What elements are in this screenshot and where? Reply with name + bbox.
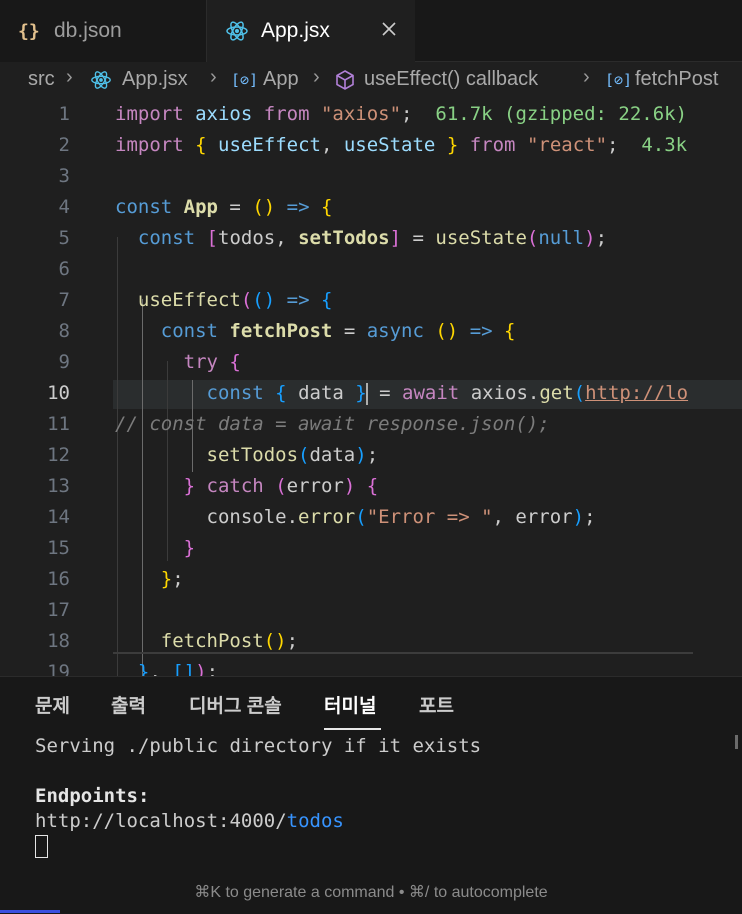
code-line: import { useEffect, useState } from "rea…	[115, 134, 688, 156]
code-line: const App = () => {	[115, 196, 333, 218]
endpoint-base-url: http://localhost:4000/	[35, 810, 287, 832]
tab-bar-empty-area	[415, 0, 742, 62]
breadcrumb-callback[interactable]: useEffect() callback	[334, 68, 538, 91]
react-icon	[225, 19, 249, 43]
horizontal-scrollbar[interactable]	[113, 652, 693, 654]
code-editor[interactable]: 1 2 3 4 5 6 7 8 9 10 11 12 13 14 15 16 1…	[0, 100, 742, 676]
breadcrumb-file[interactable]: App.jsx	[90, 68, 188, 91]
code-line: };	[160, 568, 184, 590]
terminal-output-line: Serving ./public directory if it exists	[35, 735, 482, 757]
code-line: try {	[183, 351, 241, 373]
terminal-scrollbar[interactable]	[735, 735, 738, 749]
editor-tab-bar: {} db.json App.jsx	[0, 0, 742, 62]
variable-symbol-icon: [⊘]	[605, 71, 631, 89]
breadcrumb-label: src	[28, 68, 55, 90]
tab-label: App.jsx	[261, 19, 330, 42]
code-line: }, []);	[137, 661, 219, 676]
code-line: } catch (error) {	[183, 475, 379, 497]
line-number: 13	[47, 475, 70, 497]
line-number: 4	[58, 196, 70, 218]
line-number: 18	[47, 630, 70, 652]
line-number: 15	[47, 537, 70, 559]
code-line: fetchPost();	[160, 630, 299, 652]
line-number: 14	[47, 506, 70, 528]
tab-terminal[interactable]: 터미널	[324, 691, 376, 718]
line-number-active: 10	[47, 382, 70, 404]
breadcrumb-src[interactable]: src	[28, 68, 55, 91]
line-number: 12	[47, 444, 70, 466]
bottom-panel: 문제 출력 디버그 콘솔 터미널 포트 Serving ./public dir…	[0, 676, 742, 914]
terminal-hint: ⌘K to generate a command • ⌘/ to autocom…	[194, 884, 548, 901]
code-line-active: const { data } = await axios.get(http://…	[206, 382, 689, 405]
line-number: 1	[58, 103, 70, 125]
line-number: 9	[58, 351, 70, 373]
svg-text:[⊘]: [⊘]	[231, 71, 257, 89]
endpoint-link[interactable]: todos	[287, 810, 344, 832]
tab-db-json[interactable]: {} db.json	[0, 0, 207, 62]
code-line: const [todos, setTodos] = useState(null)…	[137, 227, 608, 249]
active-tab-indicator	[324, 728, 381, 730]
line-number: 2	[58, 134, 70, 156]
code-line: const fetchPost = async () => {	[160, 320, 516, 342]
line-number: 7	[58, 289, 70, 311]
import-cost-hint: 4.3k	[641, 134, 688, 156]
json-braces-icon: {}	[18, 20, 42, 42]
close-icon[interactable]	[379, 19, 399, 45]
code-line: console.error("Error => ", error);	[115, 506, 596, 528]
tab-problems[interactable]: 문제	[35, 691, 70, 718]
breadcrumb: src › App.jsx › [⊘] App › useEffect() ca…	[0, 62, 742, 100]
line-number: 19	[47, 661, 70, 676]
tab-label: db.json	[54, 19, 122, 42]
tab-debug-console[interactable]: 디버그 콘솔	[189, 691, 282, 718]
comment-line: // const data = await response.json();	[115, 413, 550, 435]
url-string[interactable]: http://lo	[585, 382, 688, 404]
chevron-right-icon: ›	[313, 66, 320, 88]
variable-symbol-icon: [⊘]	[231, 71, 257, 89]
line-number: 11	[47, 413, 70, 435]
cube-method-icon	[334, 69, 356, 91]
code-line: }	[183, 537, 196, 559]
terminal-endpoint-line: http://localhost:4000/todos	[35, 810, 344, 832]
terminal-endpoints-label: Endpoints:	[35, 785, 150, 807]
line-number: 8	[58, 320, 70, 342]
react-icon	[90, 69, 112, 91]
breadcrumb-function[interactable]: [⊘] fetchPost	[605, 68, 718, 91]
code-line: useEffect(() => {	[137, 289, 333, 311]
import-cost-hint: 61.7k (gzipped: 22.6k)	[435, 103, 688, 125]
line-number: 6	[58, 258, 70, 280]
line-number: 5	[58, 227, 70, 249]
line-number: 17	[47, 599, 70, 621]
code-line: setTodos(data);	[206, 444, 379, 466]
tab-ports[interactable]: 포트	[419, 691, 454, 718]
text-cursor	[365, 382, 368, 405]
tab-output[interactable]: 출력	[111, 691, 146, 718]
chevron-right-icon: ›	[210, 66, 217, 88]
tab-app-jsx[interactable]: App.jsx	[207, 0, 415, 62]
chevron-right-icon: ›	[66, 66, 73, 88]
line-number: 3	[58, 165, 70, 187]
string-literal: "Error => "	[366, 506, 493, 528]
breadcrumb-label: App	[263, 68, 299, 90]
breadcrumb-label: App.jsx	[122, 68, 188, 90]
terminal-cursor	[35, 835, 48, 858]
svg-text:{}: {}	[18, 21, 40, 42]
code-line: import axios from "axios"; 61.7k (gzippe…	[115, 103, 688, 125]
svg-text:[⊘]: [⊘]	[605, 71, 631, 89]
line-number: 16	[47, 568, 70, 590]
breadcrumb-label: fetchPost	[635, 68, 719, 90]
chevron-right-icon: ›	[583, 66, 590, 88]
breadcrumb-component[interactable]: [⊘] App	[231, 68, 299, 91]
breadcrumb-label: useEffect() callback	[364, 68, 539, 90]
